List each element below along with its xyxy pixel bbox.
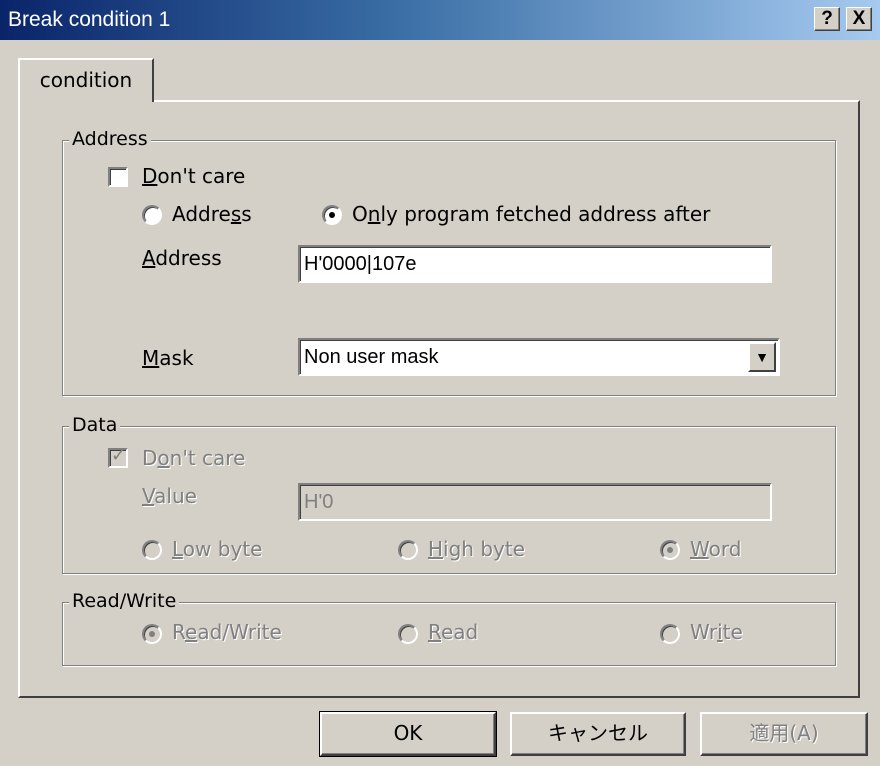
address-dont-care-label: Don't care <box>142 164 246 188</box>
low-byte-radio[interactable] <box>142 540 162 560</box>
low-byte-label: Low byte <box>172 537 263 561</box>
address-input[interactable]: H'0000|107e <box>298 245 772 283</box>
tab-condition[interactable]: condition <box>18 58 154 102</box>
apply-button[interactable]: 適用(A) <box>700 712 868 756</box>
high-byte-label: High byte <box>428 537 526 561</box>
read-radio[interactable] <box>398 624 418 644</box>
mask-select[interactable]: Non user mask ▼ <box>298 338 780 376</box>
mask-select-value: Non user mask <box>304 346 439 368</box>
read-write-group-legend: Read/Write <box>69 589 180 613</box>
address-radio-label: Address <box>172 202 252 226</box>
radio-dot <box>149 631 155 637</box>
mask-label: Mask <box>142 346 194 370</box>
word-radio[interactable] <box>660 540 680 560</box>
cancel-button[interactable]: キャンセル <box>510 712 686 756</box>
radio-dot <box>329 212 335 218</box>
window-title: Break condition 1 <box>8 8 171 31</box>
high-byte-radio[interactable] <box>398 540 418 560</box>
ok-button[interactable]: OK <box>319 711 497 757</box>
fetched-address-radio[interactable] <box>322 205 342 225</box>
chevron-down-icon[interactable]: ▼ <box>748 342 776 372</box>
value-input[interactable]: H'0 <box>298 483 772 521</box>
fetched-address-radio-label: Only program fetched address after <box>352 202 711 226</box>
write-radio[interactable] <box>660 624 680 644</box>
address-radio[interactable] <box>142 205 162 225</box>
tab-condition-label: condition <box>39 68 133 92</box>
address-group-legend: Address <box>69 127 151 151</box>
read-label: Read <box>428 620 479 644</box>
help-button[interactable]: ? <box>814 7 840 31</box>
close-button[interactable]: X <box>846 7 872 31</box>
radio-dot <box>667 547 673 553</box>
address-field-label: Address <box>142 246 222 270</box>
address-dont-care-checkbox[interactable] <box>108 167 128 187</box>
value-label: Value <box>142 484 197 508</box>
read-write-radio[interactable] <box>142 624 162 644</box>
write-label: Write <box>690 620 743 644</box>
word-label: Word <box>690 537 742 561</box>
title-bar: Break condition 1 ? X <box>0 0 880 40</box>
read-write-label: Read/Write <box>172 620 282 644</box>
data-dont-care-checkbox[interactable]: ✓ <box>108 445 128 468</box>
data-group-legend: Data <box>69 413 121 437</box>
data-dont-care-label: Don't care <box>142 446 246 470</box>
checkmark-icon: ✓ <box>111 445 127 466</box>
